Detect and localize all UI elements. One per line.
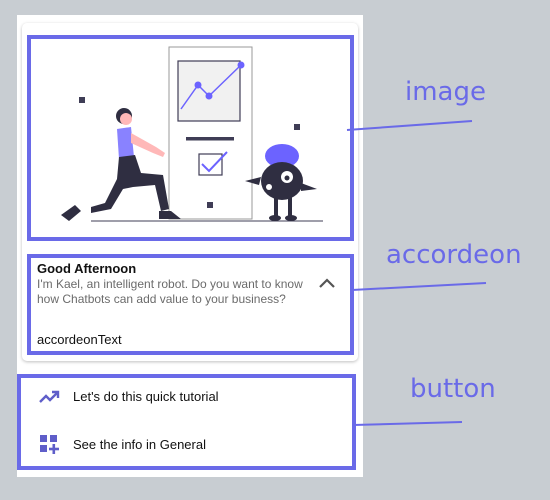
button-label: button xyxy=(410,374,496,404)
accordion-label: accordeon xyxy=(386,240,522,270)
button-callout-box xyxy=(17,374,356,470)
image-connector xyxy=(346,120,473,131)
image-label: image xyxy=(405,77,486,107)
button-connector xyxy=(352,421,463,426)
image-callout-box xyxy=(27,35,354,241)
accordion-connector xyxy=(351,282,487,291)
accordion-callout-box xyxy=(27,254,354,355)
